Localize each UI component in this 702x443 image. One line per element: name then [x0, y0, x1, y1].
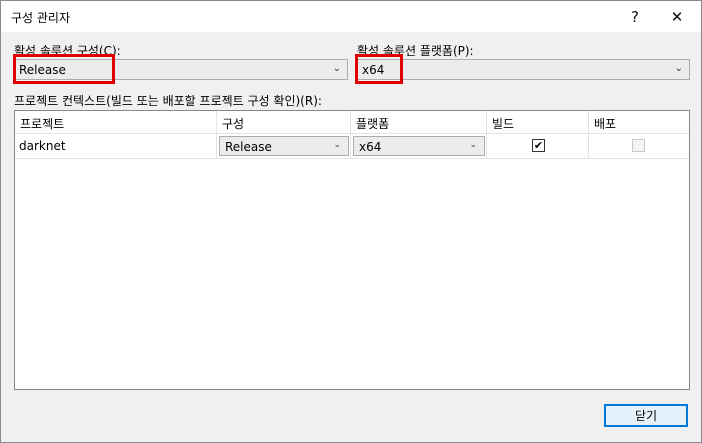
column-header-project[interactable]: 프로젝트	[15, 111, 217, 133]
build-checkbox[interactable]: ✔	[532, 139, 545, 152]
title-bar: 구성 관리자 ? ✕	[1, 1, 701, 32]
solution-config-select[interactable]: Release ⌄	[14, 59, 348, 80]
table-row[interactable]: darknet Release ⌄ x64 ⌄ ✔	[15, 134, 689, 159]
chevron-down-icon: ⌄	[332, 63, 341, 74]
help-button[interactable]: ?	[615, 1, 655, 32]
solution-platform-value: x64	[362, 63, 385, 77]
configuration-manager-dialog: 구성 관리자 ? ✕ 활성 솔루션 구성(C): Release ⌄ 활성 솔루…	[0, 0, 702, 443]
project-platform-value: x64	[359, 140, 382, 154]
close-window-button[interactable]: ✕	[657, 1, 697, 32]
close-button-label: 닫기	[634, 409, 658, 423]
project-platform-select[interactable]: x64 ⌄	[353, 136, 485, 156]
help-icon: ?	[631, 7, 639, 26]
cell-project: darknet	[15, 134, 217, 158]
project-contexts-label: 프로젝트 컨텍스트(빌드 또는 배포할 프로젝트 구성 확인)(R):	[14, 94, 322, 108]
column-header-platform[interactable]: 플랫폼	[351, 111, 487, 133]
project-name: darknet	[19, 139, 66, 153]
project-configuration-value: Release	[225, 140, 272, 154]
cell-platform: x64 ⌄	[351, 134, 487, 158]
close-icon: ✕	[670, 7, 684, 26]
cell-configuration: Release ⌄	[217, 134, 351, 158]
solution-platform-label: 활성 솔루션 플랫폼(P):	[357, 44, 474, 58]
close-button[interactable]: 닫기	[604, 404, 688, 427]
solution-platform-select[interactable]: x64 ⌄	[357, 59, 690, 80]
column-header-configuration[interactable]: 구성	[217, 111, 351, 133]
solution-config-label: 활성 솔루션 구성(C):	[14, 44, 121, 58]
column-header-build[interactable]: 빌드	[487, 111, 589, 133]
grid-header: 프로젝트 구성 플랫폼 빌드 배포	[15, 111, 689, 134]
window-title: 구성 관리자	[11, 11, 71, 25]
chevron-down-icon: ⌄	[674, 63, 683, 74]
cell-build: ✔	[487, 134, 589, 158]
deploy-checkbox[interactable]	[632, 139, 645, 152]
column-header-deploy[interactable]: 배포	[589, 111, 689, 133]
solution-config-value: Release	[19, 63, 66, 77]
project-configuration-select[interactable]: Release ⌄	[219, 136, 349, 156]
project-contexts-grid: 프로젝트 구성 플랫폼 빌드 배포 darknet Release ⌄ x64 …	[14, 110, 690, 390]
chevron-down-icon: ⌄	[333, 140, 341, 150]
cell-deploy	[589, 134, 689, 158]
chevron-down-icon: ⌄	[469, 140, 477, 150]
